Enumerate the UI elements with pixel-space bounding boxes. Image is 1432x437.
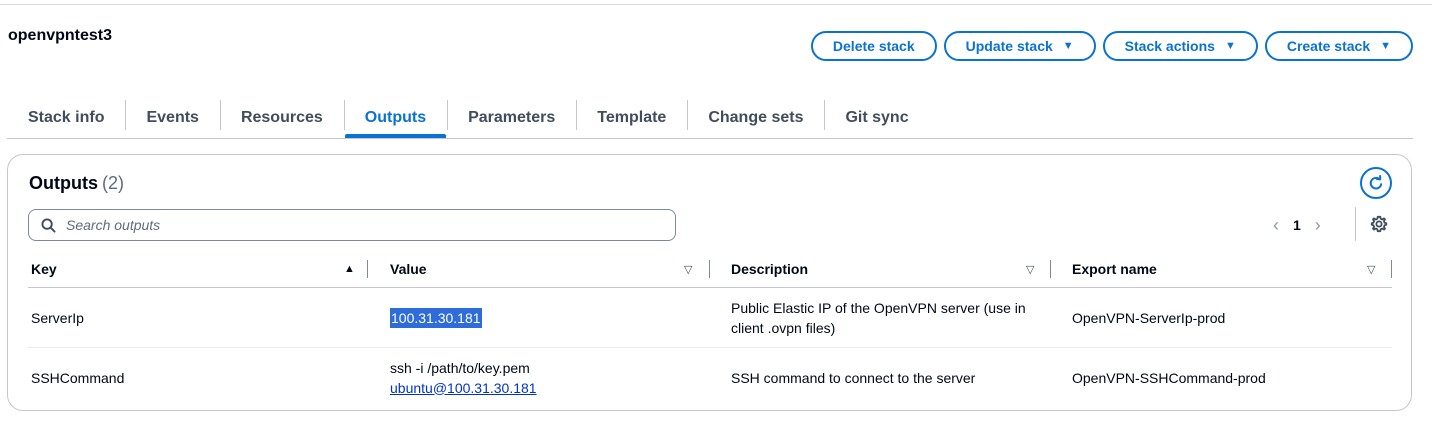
tab-change-sets[interactable]: Change sets [687,98,824,138]
column-header-description[interactable]: Description [731,251,808,287]
table-header: Key ▲ Value ▽ Description ▽ Export name … [28,251,1392,288]
output-description: Public Elastic IP of the OpenVPN server … [731,299,1026,336]
column-resizer[interactable] [1391,260,1392,278]
output-export-name: OpenVPN-SSHCommand-prod [1072,369,1266,386]
tab-parameters[interactable]: Parameters [447,98,576,138]
column-header-key[interactable]: Key [31,251,57,287]
sort-ascending-icon[interactable]: ▲ [344,263,355,275]
sort-icon[interactable]: ▽ [1367,263,1375,276]
tab-outputs[interactable]: Outputs [343,98,447,138]
create-stack-label: Create stack [1286,38,1371,54]
tab-stack-info[interactable]: Stack info [7,98,125,138]
column-resizer[interactable] [367,260,368,278]
outputs-table: Key ▲ Value ▽ Description ▽ Export name … [28,251,1392,407]
column-resizer[interactable] [1050,260,1051,278]
caret-down-icon: ▼ [1224,39,1236,52]
tab-bar: Stack info Events Resources Outputs Para… [7,98,1413,139]
output-value: ssh -i /path/to/key.pem ubuntu@100.31.30… [390,348,537,407]
tab-template[interactable]: Template [576,98,687,138]
output-value-text: 100.31.30.181 [390,307,482,328]
prev-page-icon[interactable]: ‹ [1273,215,1279,236]
stack-actions-label: Stack actions [1124,38,1215,54]
output-value-link[interactable]: ubuntu@100.31.30.181 [390,378,537,398]
output-export-name: OpenVPN-ServerIp-prod [1072,309,1226,326]
output-key: SSHCommand [31,369,125,386]
pager-divider [1355,207,1356,241]
output-description: SSH command to connect to the server [731,369,976,386]
stack-actions-button[interactable]: Stack actions ▼ [1102,31,1258,61]
sort-icon[interactable]: ▽ [1026,263,1034,276]
caret-down-icon: ▼ [1062,39,1074,52]
search-icon [41,217,56,233]
output-key: ServerIp [31,309,84,326]
pagination: ‹ 1 › [1273,213,1321,237]
table-row: SSHCommand ssh -i /path/to/key.pem ubunt… [28,348,1392,407]
outputs-panel: Outputs(2) ‹ 1 › Key ▲ Value ▽ [7,154,1412,411]
refresh-button[interactable] [1360,167,1392,199]
search-input[interactable] [64,216,675,234]
settings-gear-icon[interactable] [1370,215,1388,233]
outputs-title: Outputs [29,173,98,193]
tab-git-sync[interactable]: Git sync [824,98,929,138]
tab-resources[interactable]: Resources [219,98,344,138]
sort-icon[interactable]: ▽ [684,263,692,276]
column-header-value[interactable]: Value [390,251,427,287]
column-header-export-name[interactable]: Export name [1072,251,1157,287]
delete-stack-label: Delete stack [832,38,915,54]
page-number[interactable]: 1 [1293,217,1301,233]
update-stack-button[interactable]: Update stack ▼ [943,31,1096,61]
outputs-count: (2) [102,173,124,193]
refresh-icon [1369,175,1383,190]
page-title: openvpntest3 [8,27,113,44]
output-value-text: ssh -i /path/to/key.pem [390,359,530,376]
outputs-heading: Outputs (2) [29,173,124,194]
caret-down-icon: ▼ [1380,39,1391,52]
update-stack-label: Update stack [965,38,1053,54]
output-value: 100.31.30.181 [390,288,482,347]
search-field [28,209,676,241]
delete-stack-button[interactable]: Delete stack [810,31,937,61]
create-stack-button[interactable]: Create stack ▼ [1264,31,1413,61]
header-actions: Delete stack Update stack ▼ Stack action… [810,31,1413,61]
column-resizer[interactable] [709,260,710,278]
tab-events[interactable]: Events [125,98,219,138]
top-divider [0,4,1432,5]
next-page-icon[interactable]: › [1315,215,1321,236]
table-row: ServerIp 100.31.30.181 Public Elastic IP… [28,288,1392,348]
